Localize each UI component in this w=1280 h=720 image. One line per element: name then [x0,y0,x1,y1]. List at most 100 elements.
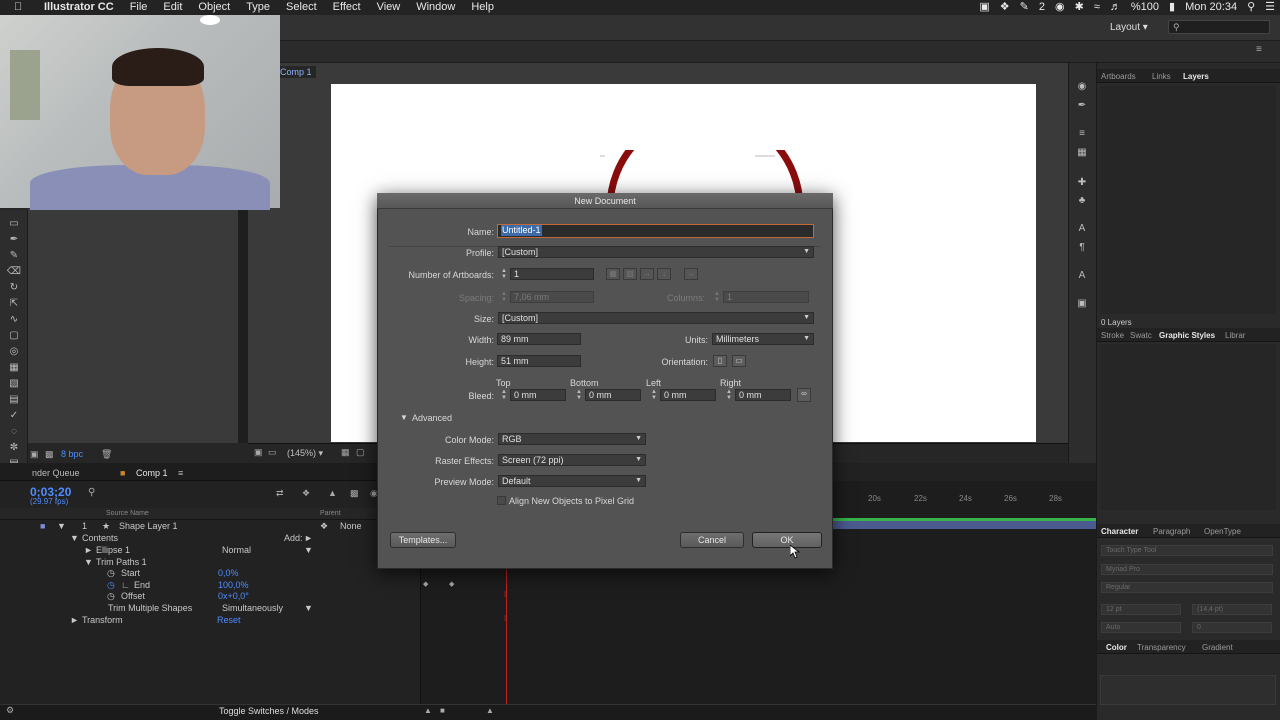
preview-mode-select[interactable]: Default ▼ [498,475,646,487]
advanced-toggle[interactable]: Advanced [412,413,452,423]
add-shape-menu[interactable]: Add: [284,533,303,543]
artboards-icon[interactable]: ▣ [1075,298,1089,310]
menu-window[interactable]: Window [408,0,463,15]
bleed-left-input[interactable]: 0 mm [660,389,716,401]
bleed-left-stepper[interactable]: ▲ ▼ [650,389,658,401]
menu-effect[interactable]: Effect [325,0,369,15]
chevron-down-icon[interactable]: ▼ [304,545,313,555]
size-select[interactable]: [Custom] ▼ [498,312,814,324]
blend-tool-icon[interactable]: ◌ [6,426,22,438]
align-icon[interactable]: ≡ [1075,128,1089,140]
shape-builder-tool-icon[interactable]: ◎ [6,346,22,358]
menu-app-name[interactable]: Illustrator CC [36,0,122,15]
trim-paths-group[interactable]: Trim Paths 1 [96,557,147,567]
rotate-tool-icon[interactable]: ↻ [6,282,22,294]
contents-group[interactable]: Contents [82,533,118,543]
brushes-icon[interactable]: ✒ [1075,100,1089,112]
magnification-dropdown[interactable]: (145%) ▾ [287,448,323,459]
layer-label-color-icon[interactable]: ■ [40,521,45,531]
tracking-field[interactable]: 0 [1192,622,1272,633]
bleed-top-stepper[interactable]: ▲ ▼ [500,389,508,401]
artboards-stepper[interactable]: ▲ ▼ [500,268,508,280]
trash-icon[interactable]: 🗑 [101,449,112,460]
tab-gradient[interactable]: Gradient [1202,643,1233,652]
menu-type[interactable]: Type [238,0,278,15]
disclosure-triangle-icon[interactable]: ▼ [70,533,79,543]
cancel-button[interactable]: Cancel [680,532,744,548]
character-icon[interactable]: A [1075,223,1089,235]
transform-group[interactable]: Transform [82,615,123,625]
templates-button[interactable]: Templates... [390,532,456,548]
always-preview-icon[interactable]: ▣ [254,447,263,458]
disclosure-triangle-icon[interactable]: ► [70,615,79,625]
transform-reset[interactable]: Reset [217,615,241,625]
width-input[interactable]: 89 mm [497,333,581,345]
layer-name[interactable]: Shape Layer 1 [119,521,178,531]
perspective-tool-icon[interactable]: ▦ [6,362,22,374]
spaces-count[interactable]: 2 [1034,0,1050,15]
raster-effects-select[interactable]: Screen (72 ppi) ▼ [498,454,646,466]
keyframe-marker-icon[interactable]: I [504,614,506,623]
menubar-clock[interactable]: Mon 20:34 [1180,0,1242,15]
tab-artboards[interactable]: Artboards [1101,72,1136,81]
toggle-switches-icon[interactable]: ⚙ [6,705,14,716]
free-transform-tool-icon[interactable]: ▢ [6,330,22,342]
scale-tool-icon[interactable]: ⇱ [6,298,22,310]
bleed-bottom-input[interactable]: 0 mm [585,389,641,401]
gradient-tool-icon[interactable]: ▤ [6,394,22,406]
flowchart-icon[interactable]: ▣ [30,449,39,460]
dropbox-icon[interactable]: ❖ [995,0,1015,15]
bleed-right-input[interactable]: 0 mm [735,389,791,401]
tab-libraries[interactable]: Librar [1225,331,1245,340]
menu-view[interactable]: View [369,0,409,15]
project-settings-icon[interactable]: ▩ [45,449,54,460]
zoom-slider-handle[interactable]: ■ [440,706,445,715]
symbols-icon[interactable]: ♣ [1075,195,1089,207]
tab-comp[interactable]: Comp 1 [136,468,168,478]
link-bleed-icon[interactable]: ∞ [797,388,811,402]
tab-character[interactable]: Character [1101,527,1138,536]
close-tab-icon[interactable]: ≡ [178,468,183,478]
ellipse-group[interactable]: Ellipse 1 [96,545,130,555]
keyframe-marker-icon[interactable]: I [504,590,506,599]
bleed-right-stepper[interactable]: ▲ ▼ [725,389,733,401]
bleed-top-input[interactable]: 0 mm [510,389,566,401]
height-input[interactable]: 51 mm [497,355,581,367]
graphic-styles-list[interactable] [1100,344,1276,510]
menu-file[interactable]: File [122,0,156,15]
add-circle-icon[interactable]: ► [304,533,313,543]
bit-depth-toggle[interactable]: 8 bpc [61,449,83,459]
leading-field[interactable]: (14,4 pt) [1192,604,1272,615]
tab-paragraph[interactable]: Paragraph [1153,527,1190,536]
volume-icon[interactable]: ♬ [1105,0,1126,15]
hide-shy-icon[interactable]: ▲ [328,488,337,498]
zoom-in-icon[interactable]: ▲ [486,706,494,715]
align-pixel-grid-label[interactable]: Align New Objects to Pixel Grid [509,496,634,506]
mask-toggle-icon[interactable]: ▢ [356,447,365,458]
toggle-switches-modes[interactable]: Toggle Switches / Modes [219,706,319,716]
font-size-field[interactable]: 12 pt [1101,604,1181,615]
artboards-count-input[interactable]: 1 [510,268,594,280]
align-pixel-grid-checkbox[interactable] [497,496,506,505]
tab-render-queue[interactable]: nder Queue [32,468,80,478]
color-guide-icon[interactable]: ◉ [1075,81,1089,93]
layers-list[interactable] [1100,86,1276,314]
stopwatch-active-icon[interactable]: ◷ [107,580,115,591]
tab-color[interactable]: Color [1106,643,1127,652]
keyframe-icon[interactable]: ◆ [449,580,454,588]
menu-help[interactable]: Help [463,0,502,15]
layer-duration-bar[interactable] [830,521,1096,529]
tab-layers[interactable]: Layers [1183,72,1209,81]
grid-toggle-icon[interactable]: ▦ [341,447,350,458]
comp-mini-flowchart-icon[interactable]: ⇄ [276,488,284,499]
menu-select[interactable]: Select [278,0,325,15]
frame-blending-icon[interactable]: ▩ [350,488,359,499]
zoom-out-icon[interactable]: ▲ [424,706,432,715]
wifi-icon[interactable]: ≈ [1089,0,1105,15]
landscape-orientation-icon[interactable]: ▭ [732,355,746,367]
tab-graphic-styles[interactable]: Graphic Styles [1159,331,1215,340]
keyframe-icon[interactable]: ◆ [423,580,428,588]
pen-tool-icon[interactable]: ✒ [6,234,22,246]
eraser-tool-icon[interactable]: ⌫ [6,266,22,278]
bluetooth-icon[interactable]: ✱ [1070,0,1089,15]
